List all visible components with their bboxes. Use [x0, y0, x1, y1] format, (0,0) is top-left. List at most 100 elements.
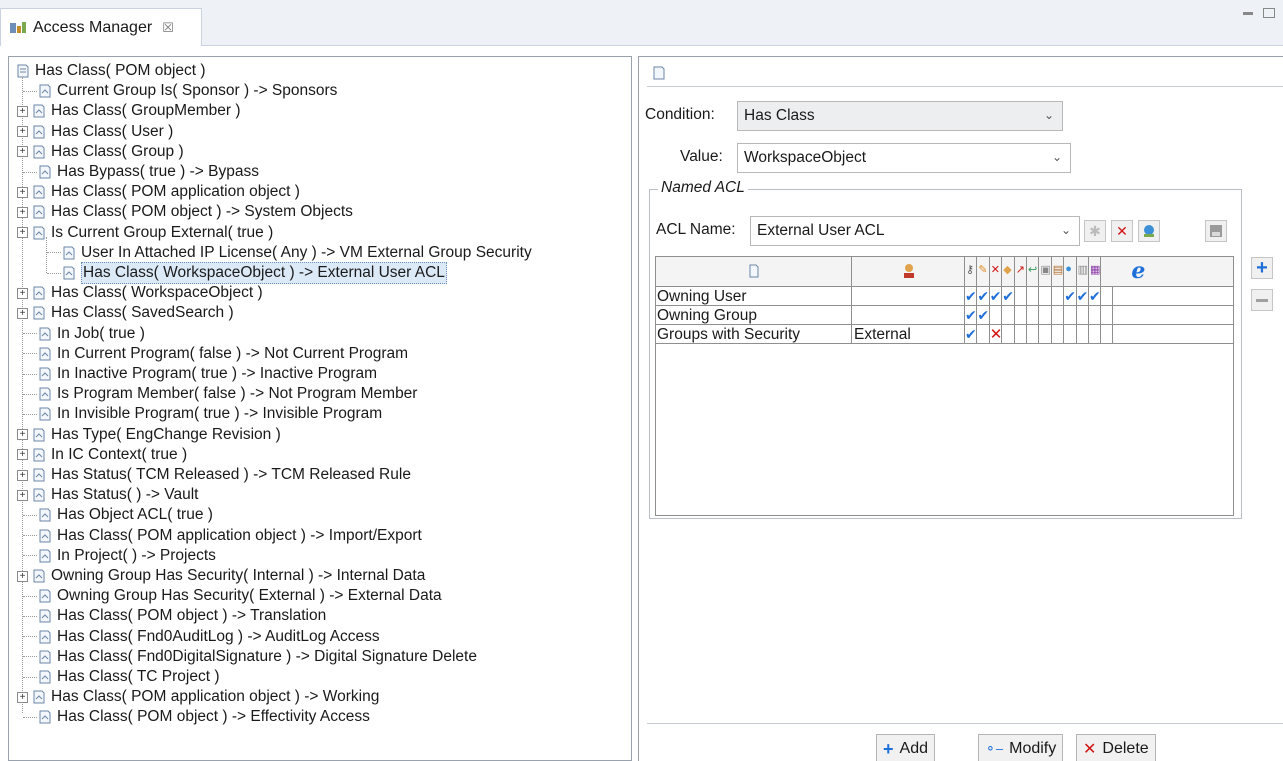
permission-cell[interactable]: ✔ — [990, 287, 1003, 305]
tree-node[interactable]: + Has Status( ) -> Vault — [17, 485, 198, 505]
permission-column-header[interactable]: ▤ — [1052, 257, 1065, 286]
condition-select[interactable]: Has Class ⌄ — [737, 101, 1063, 131]
minimize-icon[interactable] — [1243, 12, 1253, 15]
modify-button[interactable]: ⚬– Modify — [978, 734, 1064, 761]
tree-node[interactable]: + Has Class( GroupMember ) — [17, 101, 241, 121]
tree-node[interactable]: Has Class( WorkspaceObject ) -> External… — [47, 262, 447, 284]
close-tab-icon[interactable]: ☒ — [162, 20, 174, 36]
tree-node[interactable]: + Has Status( TCM Released ) -> TCM Relea… — [17, 465, 411, 485]
remove-entry-button[interactable] — [1251, 289, 1273, 311]
permission-cell[interactable] — [1089, 325, 1102, 343]
acl-name-select[interactable]: External User ACL ⌄ — [750, 216, 1080, 246]
tree-node[interactable]: Has Object ACL( true ) — [23, 505, 213, 525]
expand-node-icon[interactable]: + — [17, 570, 28, 582]
permission-cell[interactable]: ✔ — [965, 287, 978, 305]
tree-node[interactable]: Has Bypass( true ) -> Bypass — [23, 162, 259, 182]
rule-tree[interactable]: Has Class( POM object ) Current Group Is… — [8, 56, 632, 761]
permission-cell[interactable]: ✔ — [1077, 287, 1089, 305]
delete-button[interactable]: ✕ Delete — [1076, 734, 1156, 761]
add-entry-button[interactable]: + — [1251, 257, 1273, 279]
tree-node[interactable]: In Job( true ) — [23, 324, 145, 344]
expand-node-icon[interactable]: + — [17, 105, 28, 117]
tree-node[interactable]: Current Group Is( Sponsor ) -> Sponsors — [23, 81, 337, 101]
tree-node[interactable]: Has Class( POM object ) -> Effectivity A… — [23, 707, 370, 727]
tree-node[interactable]: User In Attached IP License( Any ) -> VM… — [47, 243, 532, 263]
delete-acl-button[interactable]: ✕ — [1111, 220, 1133, 242]
expand-node-icon[interactable]: + — [17, 449, 28, 461]
add-button[interactable]: + Add — [876, 734, 935, 761]
permission-column-header[interactable]: ▦ — [1089, 257, 1102, 286]
expand-node-icon[interactable]: + — [17, 691, 28, 703]
permission-cell[interactable] — [1101, 306, 1114, 324]
save-acl-button[interactable] — [1205, 220, 1227, 242]
permission-cell[interactable] — [1015, 306, 1027, 324]
acl-row[interactable]: Groups with Security External ✔ ✕ — [656, 325, 1233, 344]
tree-node[interactable]: Has Class( POM application object ) -> I… — [23, 526, 422, 546]
expand-node-icon[interactable]: + — [17, 287, 28, 299]
tree-node[interactable]: In Inactive Program( true ) -> Inactive … — [23, 364, 377, 384]
tree-root[interactable]: Has Class( POM object ) — [15, 61, 206, 81]
tree-node[interactable]: In Current Program( false ) -> Not Curre… — [23, 344, 408, 364]
permission-cell[interactable] — [1077, 306, 1089, 324]
permission-cell[interactable] — [1077, 325, 1089, 343]
permission-column-header[interactable]: ↗ — [1015, 257, 1027, 286]
tree-node[interactable]: Has Class( Fnd0AuditLog ) -> AuditLog Ac… — [23, 627, 380, 647]
tree-node[interactable]: + Has Type( EngChange Revision ) — [17, 425, 281, 445]
tree-node[interactable]: In Project( ) -> Projects — [23, 546, 216, 566]
acl-row[interactable]: Owning Group ✔ ✔ — [656, 306, 1233, 325]
permission-column-header[interactable]: ✕ — [990, 257, 1003, 286]
permission-column-header[interactable]: ⚷ — [965, 257, 978, 286]
expand-node-icon[interactable]: + — [17, 186, 28, 198]
expand-node-icon[interactable]: + — [17, 307, 28, 319]
tree-node[interactable]: Has Class( POM object ) -> Translation — [23, 606, 326, 626]
permission-cell[interactable]: ✔ — [965, 325, 978, 343]
tree-node[interactable]: + Has Class( POM application object ) — [17, 182, 300, 202]
permission-cell[interactable]: ✔ — [965, 306, 978, 324]
permission-cell[interactable] — [1027, 287, 1040, 305]
maximize-icon[interactable] — [1263, 8, 1275, 18]
tree-node[interactable]: + Has Class( POM object ) -> System Objec… — [17, 202, 353, 222]
tree-node[interactable]: Is Program Member( false ) -> Not Progra… — [23, 384, 417, 404]
tree-node[interactable]: + Is Current Group External( true ) — [17, 223, 273, 243]
permission-cell[interactable] — [1052, 287, 1065, 305]
tree-node[interactable]: Has Class( Fnd0DigitalSignature ) -> Dig… — [23, 647, 477, 667]
new-acl-button[interactable]: ✱ — [1084, 220, 1106, 242]
permission-cell[interactable]: ✔ — [1064, 287, 1077, 305]
acl-entries-table[interactable]: ⚷ ✎ ✕ ◆ ↗ ↩ ▣ ▤ ● ▥ ▦ e Owning User ✔ ✔ ✔ ✔ ✔ ✔ ✔ Owning Gr… — [655, 256, 1234, 516]
tree-node[interactable]: + In IC Context( true ) — [17, 445, 187, 465]
permission-cell[interactable] — [977, 325, 990, 343]
permission-cell[interactable]: ✔ — [977, 287, 990, 305]
permission-cell[interactable] — [1002, 325, 1015, 343]
permission-column-header[interactable]: ↩ — [1027, 257, 1040, 286]
permission-column-header[interactable]: ▣ — [1039, 257, 1052, 286]
permission-cell[interactable] — [1039, 325, 1052, 343]
access-manager-tab[interactable]: Access Manager ☒ — [0, 8, 202, 46]
expand-node-icon[interactable]: + — [17, 429, 28, 441]
extra-permission-column[interactable]: e — [1113, 257, 1165, 286]
tree-node[interactable]: In Invisible Program( true ) -> Invisibl… — [23, 404, 382, 424]
permission-column-header[interactable]: ▥ — [1077, 257, 1089, 286]
permission-cell[interactable]: ✔ — [1002, 287, 1015, 305]
permission-cell[interactable] — [1064, 325, 1077, 343]
permission-cell[interactable] — [1089, 306, 1102, 324]
permission-cell[interactable]: ✕ — [990, 325, 1002, 343]
tree-node[interactable]: + Has Class( SavedSearch ) — [17, 303, 234, 323]
permission-cell[interactable]: ✔ — [1089, 287, 1102, 305]
permission-column-header[interactable]: ● — [1064, 257, 1077, 286]
expand-node-icon[interactable]: + — [17, 146, 28, 158]
permission-cell[interactable] — [1015, 287, 1027, 305]
permission-cell[interactable] — [1039, 306, 1052, 324]
value-select[interactable]: WorkspaceObject ⌄ — [737, 143, 1071, 173]
expand-node-icon[interactable]: + — [17, 126, 28, 138]
permission-cell[interactable] — [1101, 325, 1114, 343]
acl-row[interactable]: Owning User ✔ ✔ ✔ ✔ ✔ ✔ ✔ — [656, 287, 1233, 306]
permission-cell[interactable] — [1064, 306, 1077, 324]
permission-column-header[interactable]: ◆ — [1002, 257, 1015, 286]
permission-cell[interactable] — [990, 306, 1003, 324]
tree-node[interactable]: Has Class( TC Project ) — [23, 667, 220, 687]
tree-node[interactable]: + Has Class( Group ) — [17, 142, 184, 162]
permission-cell[interactable] — [1039, 287, 1052, 305]
expand-node-icon[interactable]: + — [17, 489, 28, 501]
permission-cell[interactable] — [1027, 325, 1040, 343]
permission-cell[interactable]: ✔ — [977, 306, 990, 324]
